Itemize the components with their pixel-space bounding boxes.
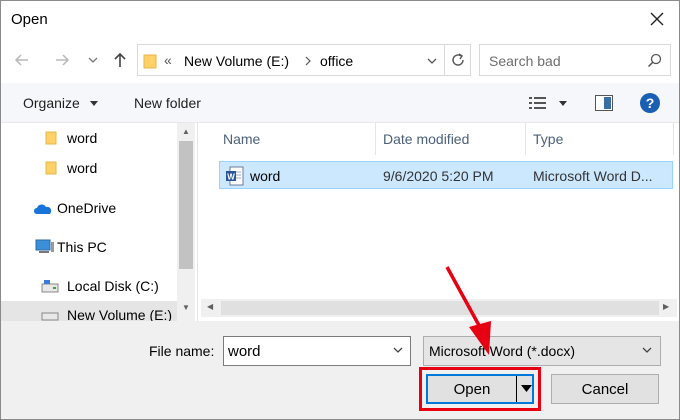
scroll-right-arrow-icon[interactable]: ▶ [663,302,669,311]
view-options-icon[interactable] [529,96,547,110]
address-bar[interactable]: « New Volume (E:) office [137,44,471,76]
annotation-arrow-icon [445,266,491,355]
folder-icon [45,161,57,175]
file-date-cell: 9/6/2020 5:20 PM [383,168,494,184]
breadcrumb-new-volume[interactable]: New Volume (E:) [184,53,289,69]
folder-icon [143,54,157,69]
file-list-horizontal-scrollbar[interactable]: ◀ ▶ [201,299,677,317]
search-icon[interactable] [647,53,662,68]
new-folder-button[interactable]: New folder [134,95,201,111]
sidebar-item-label: word [67,160,98,176]
search-box[interactable]: Search bad [479,44,671,76]
sidebar-item-word-2[interactable]: word [1,154,177,182]
breadcrumb-office[interactable]: office [320,53,353,69]
computer-icon [35,239,54,253]
column-divider[interactable] [673,123,674,155]
open-options-dropdown-icon[interactable] [521,385,532,393]
column-divider[interactable] [525,123,526,155]
cancel-button[interactable]: Cancel [551,374,659,404]
folder-icon [45,131,57,145]
onedrive-icon [34,204,52,214]
sidebar-scrollbar[interactable]: ▲ ▼ [177,123,195,321]
cancel-button-label: Cancel [581,381,629,398]
sidebar-item-new-volume[interactable]: New Volume (E:) [1,301,177,321]
forward-arrow-icon[interactable] [53,51,71,69]
svg-text:W: W [227,173,235,182]
address-dropdown-icon[interactable] [426,56,438,66]
organize-dropdown-icon[interactable] [90,101,98,106]
scroll-up-arrow-icon[interactable]: ▲ [182,127,190,136]
recent-locations-chevron-icon[interactable] [87,51,99,69]
up-arrow-icon[interactable] [111,51,129,69]
sidebar-item-label: New Volume (E:) [67,307,173,321]
search-input[interactable]: Search bad [489,53,561,69]
file-name-label: File name: [149,343,215,359]
file-type-cell: Microsoft Word D... [533,168,653,184]
column-header-name[interactable]: Name [223,123,260,155]
column-divider[interactable] [375,123,376,155]
sidebar-item-label: OneDrive [57,200,117,216]
sidebar-item-this-pc[interactable]: This PC [1,233,177,261]
column-header-date[interactable]: Date modified [383,123,469,155]
open-dialog: Open « New Volume (E:) office Search bad… [0,0,680,420]
file-name-field[interactable]: word [223,336,411,366]
close-icon[interactable] [647,9,667,29]
file-name-dropdown-icon[interactable] [392,345,404,355]
title-bar: Open [1,1,679,39]
open-button-label: Open [453,381,491,398]
organize-button[interactable]: Organize [23,95,80,111]
sidebar-item-word-1[interactable]: word [1,124,177,152]
sidebar-item-local-disk[interactable]: Local Disk (C:) [1,272,177,300]
address-divider [444,45,445,75]
help-icon[interactable]: ? [639,92,661,114]
pane-divider[interactable] [197,123,198,321]
file-list: Name Date modified Type W word 9/6/2020 … [201,123,677,321]
drive-icon [41,312,59,321]
scroll-down-arrow-icon[interactable]: ▼ [182,303,190,312]
sidebar-item-label: word [67,130,98,146]
command-bar: Organize New folder ? [1,83,679,123]
scrollbar-thumb[interactable] [221,301,659,315]
back-arrow-icon[interactable] [13,51,31,69]
file-name-value[interactable]: word [228,343,261,360]
svg-text:?: ? [646,95,655,111]
file-type-dropdown-icon[interactable] [641,345,653,355]
word-document-icon: W [226,166,244,186]
drive-icon [41,280,59,293]
view-dropdown-icon[interactable] [559,101,567,106]
open-button[interactable]: Open [426,374,534,404]
scroll-left-arrow-icon[interactable]: ◀ [207,302,213,311]
sidebar-item-label: This PC [57,239,107,255]
navigation-pane: word word OneDrive This PC Local Disk (C… [1,123,197,321]
window-title: Open [11,11,48,28]
file-row[interactable]: W word 9/6/2020 5:20 PM Microsoft Word D… [219,161,673,189]
refresh-icon[interactable] [450,52,466,68]
sidebar-item-label: Local Disk (C:) [67,278,159,294]
dialog-footer: File name: word Microsoft Word (*.docx) … [1,321,679,419]
preview-pane-icon[interactable] [595,95,613,111]
split-divider [516,376,517,402]
file-name-cell: word [250,168,281,184]
breadcrumb-chevron-icon[interactable] [304,56,312,66]
sidebar-item-onedrive[interactable]: OneDrive [1,194,177,222]
navigation-bar: « New Volume (E:) office Search bad [1,41,679,79]
column-header-type[interactable]: Type [533,123,563,155]
scrollbar-thumb[interactable] [179,141,193,269]
path-overflow[interactable]: « [164,52,172,68]
